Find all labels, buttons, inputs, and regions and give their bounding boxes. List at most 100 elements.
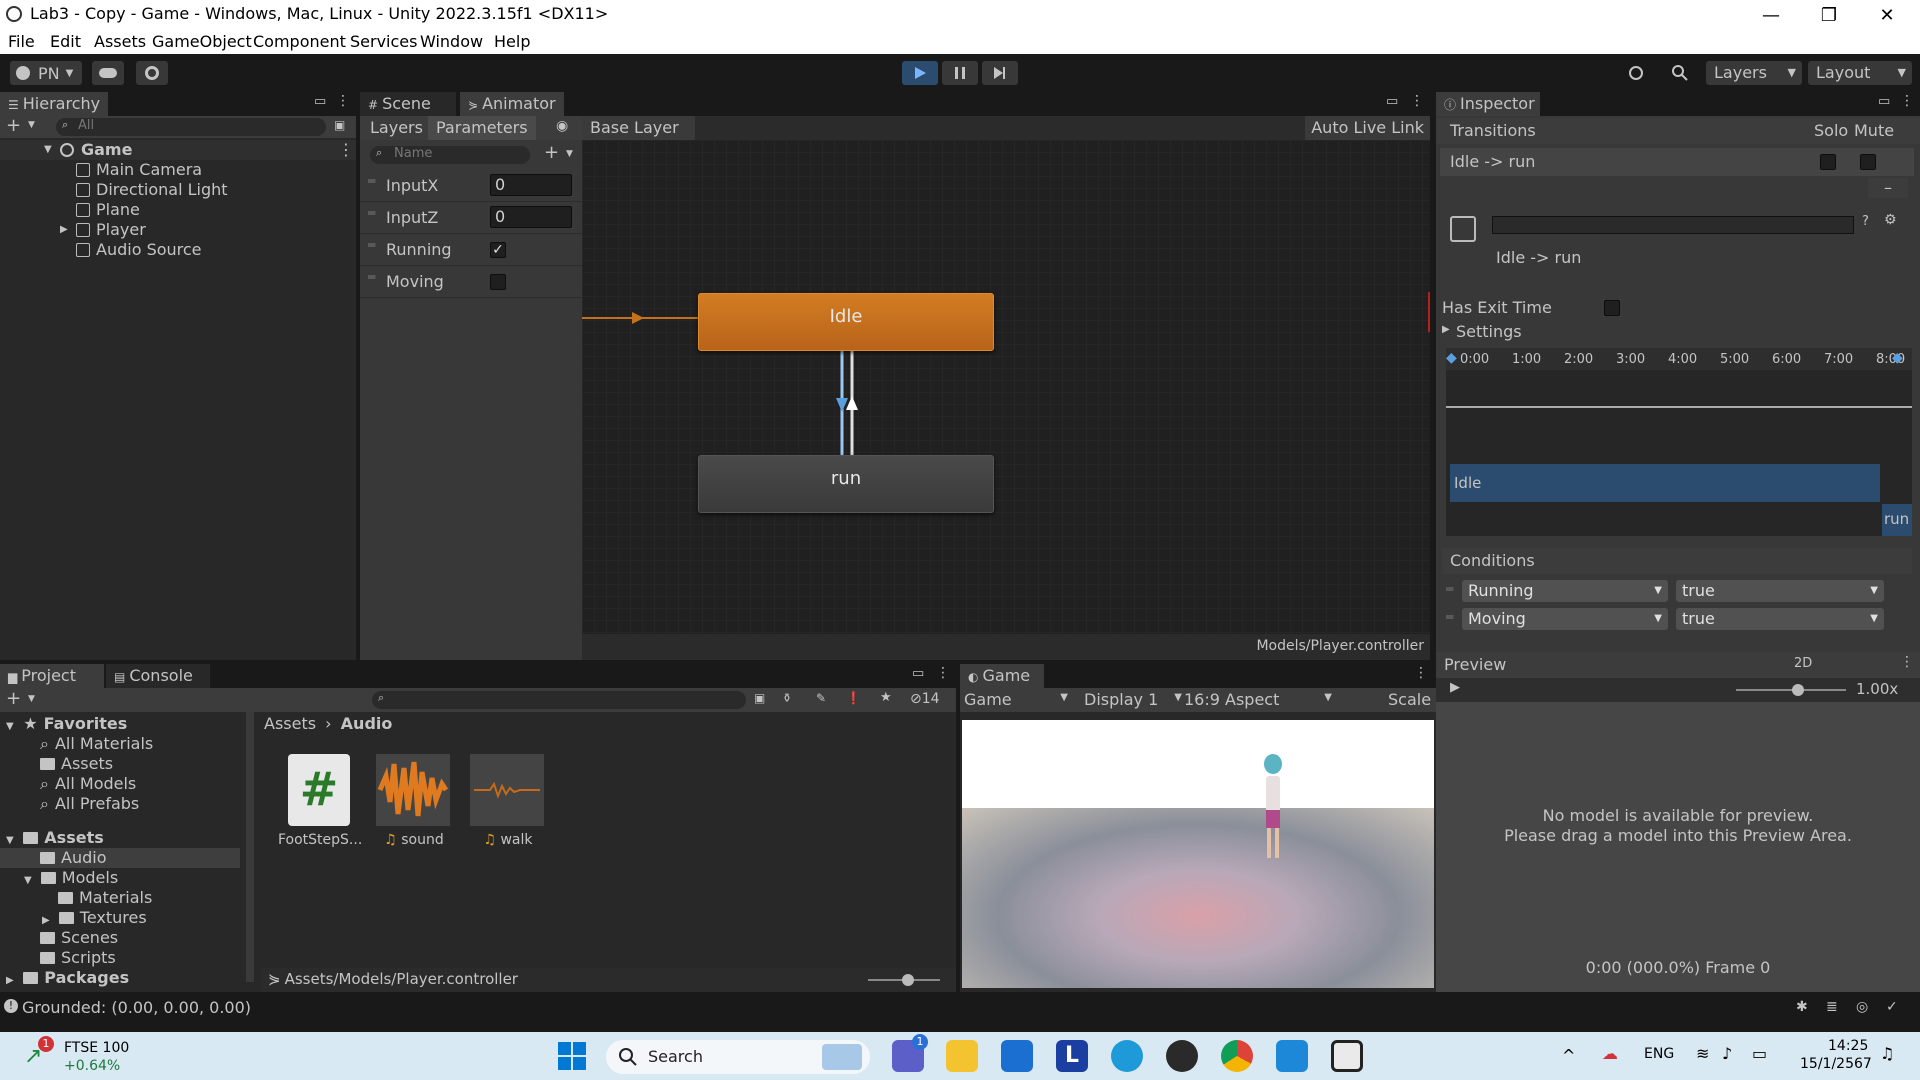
history-button[interactable]: [1620, 61, 1652, 85]
folder-item[interactable]: ▼ Models: [24, 868, 118, 888]
breadcrumb-assets[interactable]: Assets: [264, 714, 316, 733]
transition-timeline[interactable]: 0:00 1:00 2:00 3:00 4:00 5:00 6:00 7:00 …: [1446, 348, 1912, 536]
status-message[interactable]: Grounded: (0.00, 0.00, 0.00): [22, 998, 251, 1017]
preview-speed-slider[interactable]: [1736, 689, 1846, 691]
mute-checkbox[interactable]: [1860, 154, 1876, 170]
menu-edit[interactable]: Edit: [50, 32, 81, 51]
warning-icon[interactable]: ❗: [846, 691, 861, 705]
kebab-menu-icon[interactable]: ⋮: [1900, 654, 1914, 670]
lock-icon[interactable]: ▭: [1386, 94, 1398, 109]
hidden-count[interactable]: ⊘14: [910, 691, 940, 707]
favorite-item[interactable]: Assets: [40, 754, 113, 774]
star-icon[interactable]: ★: [880, 690, 892, 705]
solo-checkbox[interactable]: [1820, 154, 1836, 170]
folder-item[interactable]: Materials: [58, 888, 152, 908]
parameter-row[interactable]: ═ InputZ 0: [360, 202, 582, 234]
favorite-item[interactable]: ⌕ All Prefabs: [40, 794, 139, 814]
tab-animator[interactable]: ⋟ Animator: [460, 92, 564, 116]
language-indicator[interactable]: ENG: [1644, 1046, 1674, 1062]
parameter-checkbox[interactable]: [490, 274, 506, 290]
gear-icon[interactable]: ⚙: [1884, 212, 1897, 228]
kebab-menu-icon[interactable]: ⋮: [338, 140, 354, 160]
tab-game[interactable]: ◐ Game: [960, 664, 1044, 688]
auto-live-link-button[interactable]: Auto Live Link: [1305, 116, 1430, 140]
chevron-up-icon[interactable]: ^: [1562, 1046, 1575, 1065]
check-icon[interactable]: ✓: [1886, 999, 1898, 1015]
layers-dropdown[interactable]: Layers ▼: [1706, 61, 1802, 85]
parameter-checkbox[interactable]: ✓: [490, 242, 506, 258]
tab-hierarchy[interactable]: ☰ Hierarchy: [0, 92, 109, 116]
project-search-input[interactable]: ⌕: [372, 691, 746, 709]
timeline-idle-clip[interactable]: Idle: [1450, 464, 1880, 502]
parameter-value-field[interactable]: 0: [490, 206, 572, 228]
hierarchy-item[interactable]: Plane: [76, 200, 140, 220]
unity-hub-icon[interactable]: [1166, 1040, 1198, 1072]
eye-icon[interactable]: ◉: [556, 118, 568, 134]
condition-param-dropdown[interactable]: Moving ▼: [1462, 608, 1668, 630]
hierarchy-item[interactable]: Audio Source: [76, 240, 202, 260]
volume-icon[interactable]: ♪: [1722, 1044, 1732, 1063]
menu-window[interactable]: Window: [420, 32, 483, 51]
notification-bell-icon[interactable]: ♫: [1880, 1044, 1894, 1063]
tab-layers[interactable]: Layers: [370, 118, 423, 137]
timeline-start-marker-icon[interactable]: ◆: [1446, 350, 1457, 366]
filter-icon[interactable]: ▣: [334, 118, 345, 132]
menu-help[interactable]: Help: [494, 32, 530, 51]
drag-handle-icon[interactable]: ═: [368, 238, 375, 252]
pause-button[interactable]: [942, 61, 978, 85]
lock-icon[interactable]: ▭: [912, 666, 924, 681]
help-icon[interactable]: ?: [1862, 214, 1869, 229]
favorite-item[interactable]: ⌕ All Materials: [40, 734, 153, 754]
hierarchy-search-input[interactable]: ⌕ All: [56, 118, 326, 136]
scrollbar[interactable]: [246, 712, 254, 982]
chevron-down-icon[interactable]: ▼: [28, 120, 35, 130]
parameter-search-input[interactable]: ⌕ Name: [370, 146, 530, 164]
hierarchy-item[interactable]: Directional Light: [76, 180, 228, 200]
drag-handle-icon[interactable]: ═: [1446, 582, 1453, 596]
menu-component[interactable]: Component: [253, 32, 346, 51]
hierarchy-item[interactable]: ▶ Player: [60, 220, 146, 240]
packages-header[interactable]: ▶ Packages: [6, 968, 129, 988]
kebab-menu-icon[interactable]: ⋮: [936, 665, 950, 681]
remove-transition-button[interactable]: –: [1868, 178, 1908, 198]
animator-graph[interactable]: Idle run: [582, 140, 1430, 634]
drag-handle-icon[interactable]: ═: [368, 270, 375, 284]
chrome-icon[interactable]: [1221, 1040, 1253, 1072]
aspect-dropdown[interactable]: 16:9 Aspect ▼: [1184, 690, 1336, 710]
layout-dropdown[interactable]: Layout ▼: [1808, 61, 1912, 85]
kebab-menu-icon[interactable]: ⋮: [336, 93, 350, 109]
kebab-menu-icon[interactable]: ⋮: [1414, 665, 1428, 681]
debug-icon[interactable]: ✱: [1796, 999, 1808, 1015]
timeline-end-marker-icon[interactable]: ◆: [1892, 350, 1903, 366]
close-button[interactable]: ✕: [1858, 0, 1916, 30]
stock-widget[interactable]: ↗ 1 FTSE 100 +0.64%: [22, 1036, 142, 1076]
expand-arrow-icon[interactable]: ▶: [60, 220, 68, 240]
condition-value-dropdown[interactable]: true ▼: [1676, 608, 1884, 630]
transition-row[interactable]: Idle -> run: [1440, 148, 1914, 176]
favorites-header[interactable]: ▼ ★ Favorites: [6, 714, 127, 734]
menu-file[interactable]: File: [8, 32, 35, 51]
battery-icon[interactable]: ▭: [1752, 1044, 1767, 1063]
preview-2d-button[interactable]: 2D: [1794, 656, 1812, 671]
menu-gameobject[interactable]: GameObject: [152, 32, 252, 51]
clock-date[interactable]: 15/1/2567: [1800, 1056, 1872, 1072]
preview-area[interactable]: No model is available for preview. Pleas…: [1436, 702, 1920, 992]
parameter-row[interactable]: ═ InputX 0: [360, 170, 582, 202]
game-mode-dropdown[interactable]: Game ▼: [964, 690, 1074, 710]
transition-name-field[interactable]: [1492, 216, 1854, 234]
condition-value-dropdown[interactable]: true ▼: [1676, 580, 1884, 602]
hierarchy-root[interactable]: ▼ Game ⋮: [0, 140, 356, 160]
type-filter-icon[interactable]: ⚱: [782, 691, 792, 705]
kebab-menu-icon[interactable]: ⋮: [1410, 93, 1424, 109]
add-button[interactable]: +: [6, 688, 21, 709]
timeline-run-clip[interactable]: run: [1882, 504, 1912, 536]
asset-tile[interactable]: # FootStepS...: [278, 754, 362, 854]
parameter-value-field[interactable]: 0: [490, 174, 572, 196]
scale-label[interactable]: Scale: [1388, 690, 1431, 709]
menu-assets[interactable]: Assets: [94, 32, 146, 51]
drag-handle-icon[interactable]: ═: [368, 174, 375, 188]
taskbar-search[interactable]: Search: [606, 1040, 870, 1074]
play-button[interactable]: [902, 61, 938, 85]
search-button[interactable]: [1664, 61, 1696, 85]
condition-row[interactable]: ═ Moving ▼ true ▼: [1442, 606, 1912, 634]
